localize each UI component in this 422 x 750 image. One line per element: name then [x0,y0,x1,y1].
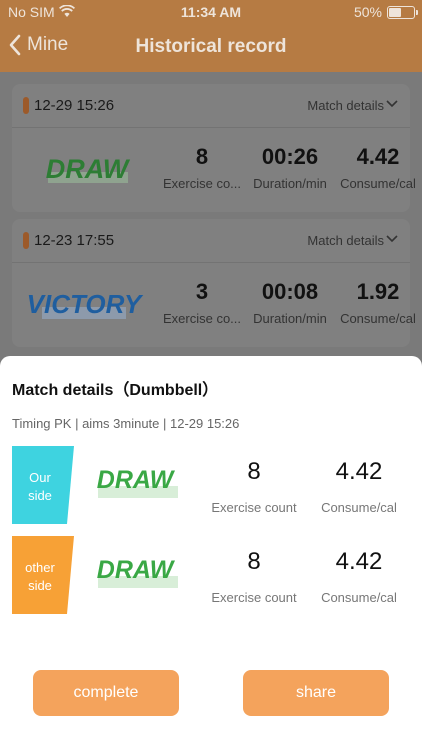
our-calories: 4.42 Consume/cal [321,458,397,515]
stat-duration: 00:26 Duration/min [253,144,327,191]
status-bar: No SIM 11:34 AM 50% [0,0,422,24]
draw-badge: DRAW [97,466,178,498]
nav-bar: Mine Historical record [0,24,422,72]
stat-calories: 1.92 Consume/cal [340,279,416,326]
stat-count: 8 Exercise co... [162,144,242,191]
our-side-tag: Our side [12,446,74,524]
stat-duration: 00:08 Duration/min [253,279,327,326]
record-header: 12-29 15:26 Match details [12,84,410,128]
record-card[interactable]: 12-23 17:55 Match details VICTORY 3 Exerc… [12,219,416,347]
draw-badge: DRAW [97,556,178,588]
other-calories: 4.42 Consume/cal [321,548,397,605]
record-header: 12-23 17:55 Match details [12,219,410,263]
match-details-link[interactable]: Match details [307,98,384,113]
other-side-tag: other side [12,536,74,614]
top-bar: No SIM 11:34 AM 50% Mine Historical reco… [0,0,422,72]
record-date: 12-23 17:55 [34,232,115,249]
record-body: DRAW 8 Exercise co... 00:26 Duration/min 4… [12,128,416,212]
complete-button[interactable]: complete [33,670,179,716]
page-title: Historical record [135,36,287,57]
our-side-row: Our side DRAW 8 Exercise count 4.42 Consume… [0,446,422,526]
draw-badge: DRAW [46,154,131,184]
other-exercise-count: 8 Exercise count [211,548,297,605]
our-exercise-count: 8 Exercise count [211,458,297,515]
match-details-sheet: Match details（Dumbbell） Timing PK | aims… [0,356,422,750]
other-side-row: other side DRAW 8 Exercise count 4.42 Consu… [0,536,422,616]
record-result: DRAW [46,154,131,184]
record-result: VICTORY [27,289,144,319]
record-card[interactable]: 12-29 15:26 Match details DRAW 8 Exercise… [12,84,416,212]
battery-percent: 50% [353,4,382,20]
our-result: DRAW [97,466,176,494]
stat-calories: 4.42 Consume/cal [340,144,416,191]
battery-icon [387,6,418,19]
stat-count: 3 Exercise co... [162,279,242,326]
chevron-down-icon[interactable] [386,100,398,108]
match-meta: Timing PK | aims 3minute | 12-29 15:26 [12,416,240,431]
share-button[interactable]: share [243,670,389,716]
record-date: 12-29 15:26 [34,97,115,114]
other-result: DRAW [97,556,176,584]
match-details-link[interactable]: Match details [307,233,384,248]
record-marker [23,97,29,114]
sheet-title: Match details（Dumbbell） [12,382,219,399]
record-body: VICTORY 3 Exercise co... 00:08 Duration/mi… [12,263,416,347]
record-marker [23,232,29,249]
victory-badge: VICTORY [27,289,144,319]
chevron-down-icon[interactable] [386,235,398,243]
